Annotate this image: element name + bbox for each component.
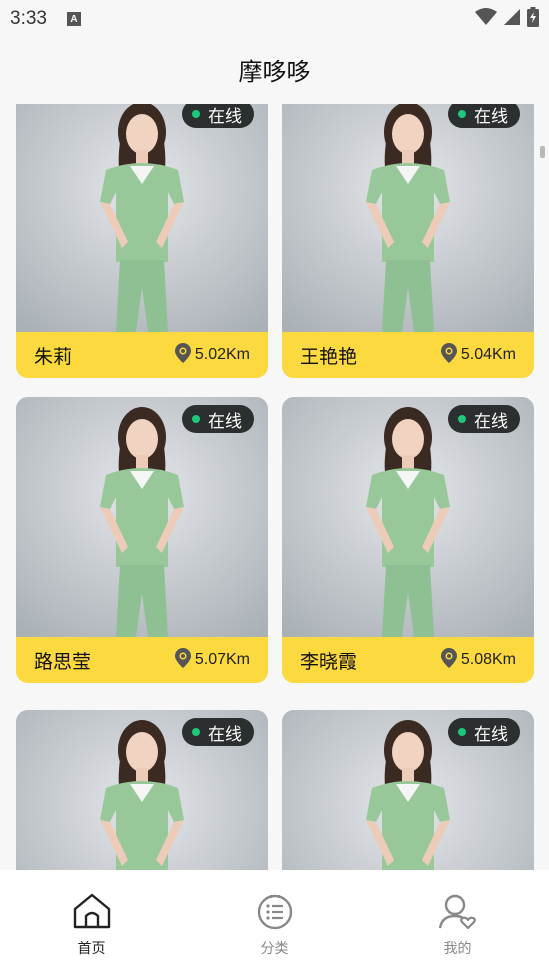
online-status-label: 在线 — [474, 724, 508, 745]
worker-photo — [16, 397, 268, 637]
status-indicators — [475, 7, 539, 31]
status-bar: 3:33 A — [0, 0, 549, 38]
title-bar: 摩哆哆 — [0, 38, 549, 100]
location-pin-icon — [440, 342, 457, 368]
worker-distance: 5.02Km — [174, 342, 250, 368]
status-time: 3:33 — [10, 8, 47, 29]
signal-icon — [503, 8, 521, 30]
tab-profile[interactable]: 我的 — [366, 870, 549, 976]
online-status-badge: 在线 — [182, 405, 254, 433]
worker-card[interactable]: 在线 路思莹 5.07Km — [16, 397, 268, 683]
online-dot — [192, 415, 200, 423]
worker-grid[interactable]: 在线 朱莉 5.02Km 在线 王艳艳 5.04Km 在线 路思莹 5.07Km… — [0, 104, 549, 870]
online-dot — [192, 110, 200, 118]
worker-distance: 5.08Km — [440, 647, 516, 673]
online-status-badge: 在线 — [448, 718, 520, 746]
worker-card[interactable]: 在线 — [282, 710, 534, 870]
online-status-badge: 在线 — [182, 104, 254, 128]
notification-icon: A — [66, 12, 81, 26]
home-icon — [72, 892, 112, 934]
tab-label: 首页 — [77, 941, 106, 957]
online-status-label: 在线 — [474, 411, 508, 432]
online-status-badge: 在线 — [182, 718, 254, 746]
worker-info-bar: 朱莉 5.02Km — [16, 332, 268, 378]
location-pin-icon — [440, 647, 457, 673]
online-status-badge: 在线 — [448, 104, 520, 128]
profile-icon — [438, 892, 478, 934]
worker-name: 王艳艳 — [300, 345, 358, 368]
worker-distance: 5.04Km — [440, 342, 516, 368]
worker-card[interactable]: 在线 — [16, 710, 268, 870]
worker-info-bar: 路思莹 5.07Km — [16, 637, 268, 683]
distance-text: 5.04Km — [460, 346, 516, 363]
battery-icon — [527, 7, 539, 31]
worker-photo — [282, 397, 534, 637]
worker-card[interactable]: 在线 朱莉 5.02Km — [16, 104, 268, 378]
wifi-icon — [475, 8, 497, 30]
tab-home[interactable]: 首页 — [0, 870, 183, 976]
worker-photo — [16, 104, 268, 332]
online-dot — [458, 728, 466, 736]
worker-photo — [282, 104, 534, 332]
worker-name: 朱莉 — [34, 345, 73, 368]
online-dot — [458, 110, 466, 118]
worker-card[interactable]: 在线 王艳艳 5.04Km — [282, 104, 534, 378]
page-title: 摩哆哆 — [238, 57, 311, 86]
category-icon — [255, 892, 295, 934]
online-status-label: 在线 — [208, 411, 242, 432]
tab-label: 我的 — [443, 941, 472, 957]
distance-text: 5.07Km — [194, 651, 250, 668]
online-status-label: 在线 — [208, 106, 242, 127]
worker-card[interactable]: 在线 李晓霞 5.08Km — [282, 397, 534, 683]
worker-name: 路思莹 — [34, 650, 92, 673]
worker-info-bar: 王艳艳 5.04Km — [282, 332, 534, 378]
online-dot — [458, 415, 466, 423]
tab-label: 分类 — [260, 941, 289, 957]
distance-text: 5.02Km — [194, 346, 250, 363]
online-status-badge: 在线 — [448, 405, 520, 433]
scrollbar[interactable] — [540, 146, 545, 158]
distance-text: 5.08Km — [460, 651, 516, 668]
online-dot — [192, 728, 200, 736]
online-status-label: 在线 — [474, 106, 508, 127]
tab-category[interactable]: 分类 — [183, 870, 366, 976]
worker-name: 李晓霞 — [300, 650, 358, 673]
app-screen: 3:33 A 摩哆哆 在线 朱莉 5.02Km 在线 王艳艳 5.04Km 在线… — [0, 0, 549, 976]
location-pin-icon — [174, 647, 191, 673]
worker-distance: 5.07Km — [174, 647, 250, 673]
location-pin-icon — [174, 342, 191, 368]
online-status-label: 在线 — [208, 724, 242, 745]
bottom-tab-bar: 首页 分类 我的 — [0, 870, 549, 976]
worker-info-bar: 李晓霞 5.08Km — [282, 637, 534, 683]
